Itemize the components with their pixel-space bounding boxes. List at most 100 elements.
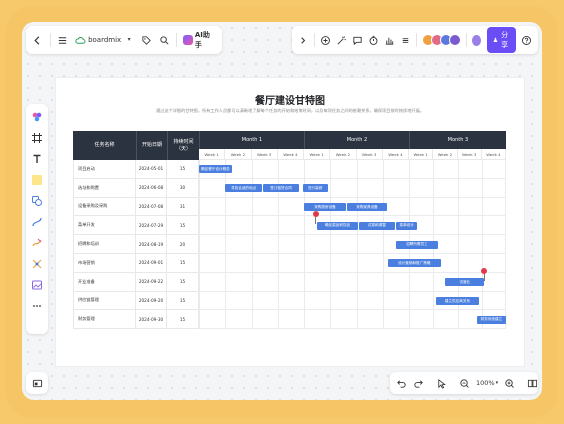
help-icon[interactable] — [521, 34, 532, 46]
timer-icon[interactable] — [368, 34, 379, 46]
milestone-pin-icon[interactable] — [312, 211, 319, 225]
row-duration: 15 — [167, 272, 199, 292]
zoom-out-icon[interactable] — [459, 377, 470, 389]
task-bar[interactable]: 建立供应商关系 — [435, 297, 480, 305]
task-bar[interactable]: 确定菜品和饮品 — [317, 221, 358, 230]
comment-icon[interactable] — [352, 34, 363, 46]
row-duration: 15 — [167, 310, 199, 330]
document-subtitle: 通过这个详细的甘特图，所有工作人员都可以清晰地了解每个任务的开始和结束时间，以及… — [155, 108, 424, 113]
book-icon[interactable] — [527, 377, 538, 389]
row-divider — [199, 253, 506, 254]
task-bar[interactable]: 签订租赁合同 — [263, 184, 299, 193]
frame-icon[interactable] — [30, 131, 44, 145]
task-bar[interactable]: 试菜和调整 — [359, 221, 395, 230]
task-bar[interactable]: 财务系统建立 — [476, 315, 506, 324]
row-divider — [199, 196, 506, 198]
expand-icon[interactable] — [400, 34, 411, 46]
grid-line — [505, 160, 506, 330]
redo-icon[interactable] — [413, 377, 424, 389]
sticky-note-icon[interactable] — [30, 173, 44, 187]
milestone-pin-icon[interactable] — [481, 267, 488, 281]
week-header: Week 2 — [433, 149, 458, 160]
row-task-name: 菜单开发 — [73, 216, 136, 236]
row-task-name: 财务管理 — [73, 310, 136, 330]
task-bar[interactable]: 确定餐厅设计概念 — [199, 165, 232, 174]
row-duration: 15 — [167, 254, 199, 273]
connector-icon[interactable] — [30, 215, 44, 229]
task-bar[interactable]: 菜单设计 — [395, 221, 418, 230]
week-header: Week 2 — [330, 149, 357, 160]
zoom-level[interactable]: 100% ▾ — [476, 379, 498, 387]
task-bar[interactable]: 采购家具设备 — [347, 203, 387, 211]
gantt-chart[interactable]: 任务名称 开始日期 持续时间（天） Month 1 Month 2 Month … — [73, 131, 506, 330]
menu-icon[interactable] — [57, 34, 69, 46]
app-window: boardmix ▾ AI助手 ♟ 分享 餐厅建设甘特图 通过这个详细的甘特图，… — [22, 22, 542, 400]
row-task-name: 选址和购置 — [73, 178, 136, 198]
image-icon[interactable] — [30, 278, 44, 292]
divider — [49, 33, 51, 47]
chevron-down-icon: ▾ — [495, 380, 499, 386]
pin-stem — [315, 217, 317, 225]
week-header: Week 1 — [199, 149, 226, 160]
shape-icon[interactable] — [30, 194, 44, 208]
grid-line — [199, 160, 200, 330]
row-start-date: 2024-09-22 — [136, 272, 167, 292]
more-icon[interactable] — [30, 299, 44, 313]
document-title: 餐厅建设甘特图 — [255, 96, 325, 107]
task-bar[interactable]: 寻找合适的地点 — [225, 184, 262, 193]
collaborator-avatars[interactable] — [421, 34, 461, 46]
row-task-name: 供应链管理 — [73, 291, 136, 311]
minimap-button[interactable] — [26, 372, 48, 394]
share-button[interactable]: ♟ 分享 — [486, 27, 516, 53]
zoom-in-icon[interactable] — [504, 377, 515, 389]
magic-icon[interactable] — [336, 34, 347, 46]
row-start-date: 2024-09-01 — [136, 254, 167, 273]
pen-icon[interactable] — [30, 236, 44, 250]
avatar — [448, 34, 461, 46]
mindmap-icon[interactable] — [30, 257, 44, 271]
week-header: Week 4 — [481, 149, 506, 160]
row-start-date: 2024-07-29 — [136, 216, 167, 236]
task-bar[interactable]: 设计营销和推广策略 — [388, 259, 441, 268]
tag-icon[interactable] — [141, 34, 153, 46]
ai-icon — [183, 35, 193, 45]
week-header: Week 4 — [277, 149, 304, 160]
header-month-3: Month 3 — [409, 131, 506, 149]
task-bar[interactable]: 试营业 — [445, 278, 485, 287]
week-header: Week 3 — [457, 149, 482, 160]
collapse-icon[interactable] — [298, 34, 309, 46]
zoom-value: 100% — [476, 379, 495, 387]
templates-icon[interactable] — [30, 110, 44, 124]
row-duration: 15 — [167, 216, 199, 236]
canvas-board[interactable]: 餐厅建设甘特图 通过这个详细的甘特图，所有工作人员都可以清晰地了解每个任务的开始… — [56, 78, 524, 366]
grid-line — [481, 160, 483, 330]
minimap-icon — [31, 377, 43, 389]
left-toolbar — [26, 104, 48, 334]
header-month-1: Month 1 — [199, 131, 304, 149]
week-header: Week 1 — [304, 149, 331, 160]
row-task-name: 项目启动 — [73, 160, 136, 179]
app-logo[interactable]: boardmix ▾ — [74, 34, 135, 46]
row-duration: 30 — [167, 178, 199, 198]
undo-icon[interactable] — [396, 377, 407, 389]
row-start-date: 2024-09-30 — [136, 310, 167, 330]
grid-line — [330, 160, 332, 330]
cursor-icon[interactable] — [436, 377, 447, 389]
plus-circle-icon[interactable] — [320, 34, 331, 46]
row-start-date: 2024-07-08 — [136, 197, 167, 217]
search-icon[interactable] — [159, 34, 171, 46]
chart-icon[interactable] — [384, 34, 395, 46]
row-divider — [199, 271, 506, 273]
text-icon[interactable] — [30, 152, 44, 166]
divider — [415, 33, 417, 47]
user-avatar[interactable] — [471, 33, 482, 47]
task-bar[interactable]: 采购厨房设备 — [304, 203, 346, 211]
task-bar[interactable]: 进行装修 — [302, 184, 328, 193]
ai-assistant-button[interactable]: AI助手 — [183, 30, 216, 50]
ai-label: AI助手 — [194, 31, 210, 49]
task-bar[interactable]: 招聘所需员工 — [395, 240, 439, 249]
back-icon[interactable] — [32, 34, 44, 46]
row-task-name: 开业准备 — [73, 272, 136, 292]
row-duration: 15 — [167, 291, 199, 311]
top-left-toolbar: boardmix ▾ AI助手 — [26, 26, 222, 54]
